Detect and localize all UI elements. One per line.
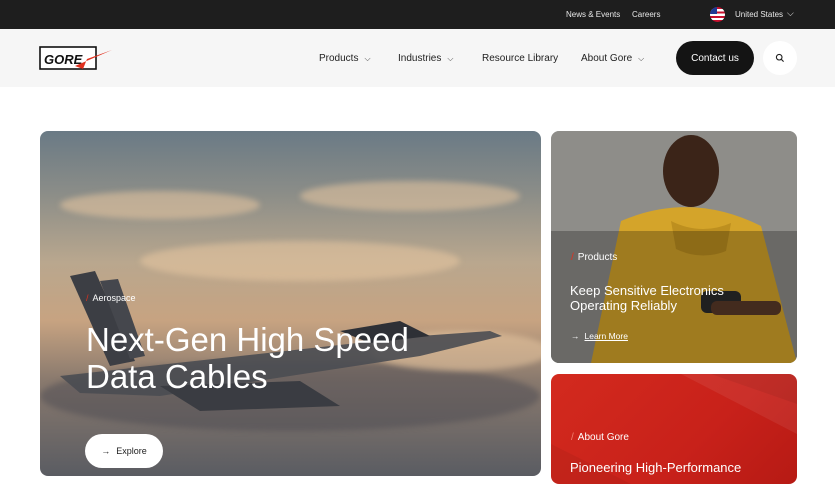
hero-title-line1: Next-Gen High Speed bbox=[86, 321, 409, 358]
chevron-down-icon: ⌵ bbox=[638, 54, 645, 63]
explore-button-label: Explore bbox=[116, 446, 147, 456]
us-flag-icon[interactable] bbox=[710, 7, 725, 22]
chevron-down-icon: ⌵ bbox=[447, 54, 454, 63]
news-events-link[interactable]: News & Events bbox=[566, 10, 620, 19]
hero-banner[interactable]: / Aerospace Next-Gen High Speed Data Cabl… bbox=[40, 131, 541, 476]
nav-about-gore-label: About Gore bbox=[581, 53, 633, 64]
nav-resource-library[interactable]: Resource Library bbox=[482, 53, 558, 64]
hero-kicker-label: Aerospace bbox=[92, 293, 136, 303]
arrow-right-icon: → bbox=[571, 331, 580, 341]
slash-accent: / bbox=[86, 293, 89, 303]
search-button[interactable] bbox=[763, 41, 797, 75]
arrow-right-icon: → bbox=[101, 446, 111, 456]
products-card-kicker: / Products bbox=[571, 252, 617, 263]
about-card-title: Pioneering High-Performance bbox=[570, 460, 797, 475]
athlete-photo bbox=[551, 131, 797, 363]
explore-button[interactable]: → Explore bbox=[85, 434, 163, 468]
products-card[interactable]: / Products Keep Sensitive Electronics Ope… bbox=[551, 131, 797, 363]
products-card-title: Keep Sensitive Electronics Operating Rel… bbox=[570, 283, 770, 313]
about-gore-card[interactable]: / About Gore Pioneering High-Performance bbox=[551, 374, 797, 484]
nav-industries-label: Industries bbox=[398, 53, 442, 64]
nav-industries[interactable]: Industries ⌵ bbox=[398, 53, 453, 64]
learn-more-label: Learn More bbox=[584, 331, 628, 341]
products-card-kicker-label: Products bbox=[577, 252, 618, 263]
about-card-title-line1: Pioneering High-Performance bbox=[570, 460, 742, 475]
about-card-kicker-label: About Gore bbox=[577, 432, 629, 443]
chevron-down-icon: ⌵ bbox=[364, 54, 371, 63]
slash-accent: / bbox=[571, 432, 574, 443]
products-card-title-line1: Keep Sensitive Electronics bbox=[570, 283, 724, 298]
about-card-kicker: / About Gore bbox=[571, 432, 629, 443]
utility-bar: News & Events Careers United States ⌵ bbox=[0, 0, 835, 29]
products-card-title-line2: Operating Reliably bbox=[570, 298, 677, 313]
fighter-jet-image bbox=[60, 271, 502, 411]
search-icon bbox=[775, 53, 784, 62]
gore-logo[interactable]: GORE bbox=[39, 45, 113, 71]
nav-resource-library-label: Resource Library bbox=[482, 53, 559, 64]
nav-about-gore[interactable]: About Gore ⌵ bbox=[581, 53, 644, 64]
logo-wordmark: GORE bbox=[44, 52, 83, 67]
main-navigation: GORE Products ⌵ Industries ⌵ Resource Libr… bbox=[0, 29, 835, 87]
hero-title: Next-Gen High Speed Data Cables bbox=[86, 321, 526, 395]
nav-products[interactable]: Products ⌵ bbox=[319, 53, 371, 64]
hero-title-line2: Data Cables bbox=[86, 358, 268, 395]
nav-products-label: Products bbox=[319, 53, 359, 64]
learn-more-link[interactable]: → Learn More bbox=[571, 331, 628, 341]
chevron-down-icon[interactable]: ⌵ bbox=[787, 8, 794, 19]
country-selector[interactable]: United States bbox=[735, 10, 783, 19]
slash-accent: / bbox=[571, 252, 574, 263]
hero-kicker: / Aerospace bbox=[86, 293, 136, 303]
careers-link[interactable]: Careers bbox=[632, 10, 660, 19]
contact-us-button[interactable]: Contact us bbox=[676, 41, 754, 75]
